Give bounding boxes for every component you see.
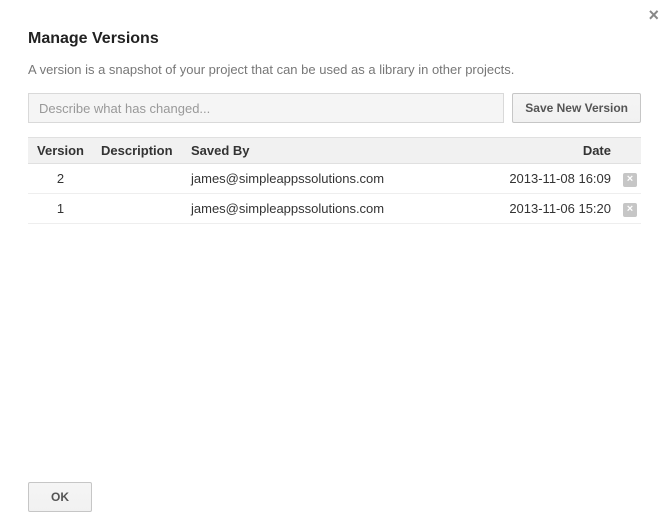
cell-saved-by: james@simpleappssolutions.com: [183, 194, 489, 224]
save-new-version-button[interactable]: Save New Version: [512, 93, 641, 123]
table-row: 2 james@simpleappssolutions.com 2013-11-…: [28, 164, 641, 194]
ok-button[interactable]: OK: [28, 482, 92, 512]
col-date: Date: [489, 138, 619, 164]
manage-versions-dialog: Manage Versions A version is a snapshot …: [0, 0, 669, 530]
cell-description: [93, 164, 183, 194]
delete-icon[interactable]: ×: [623, 203, 637, 217]
delete-icon[interactable]: ×: [623, 173, 637, 187]
describe-input[interactable]: [28, 93, 504, 123]
cell-version: 2: [28, 164, 93, 194]
col-version: Version: [28, 138, 93, 164]
cell-version: 1: [28, 194, 93, 224]
table-row: 1 james@simpleappssolutions.com 2013-11-…: [28, 194, 641, 224]
cell-saved-by: james@simpleappssolutions.com: [183, 164, 489, 194]
col-delete: [619, 138, 641, 164]
col-saved-by: Saved By: [183, 138, 489, 164]
spacer: [28, 224, 641, 472]
col-description: Description: [93, 138, 183, 164]
dialog-footer: OK: [28, 482, 641, 512]
new-version-row: Save New Version: [28, 93, 641, 123]
cell-date: 2013-11-08 16:09: [489, 164, 619, 194]
table-header-row: Version Description Saved By Date: [28, 138, 641, 164]
cell-date: 2013-11-06 15:20: [489, 194, 619, 224]
close-icon[interactable]: ×: [648, 6, 659, 24]
dialog-subtitle: A version is a snapshot of your project …: [28, 62, 641, 77]
cell-description: [93, 194, 183, 224]
versions-table: Version Description Saved By Date 2 jame…: [28, 137, 641, 224]
dialog-title: Manage Versions: [28, 30, 641, 48]
